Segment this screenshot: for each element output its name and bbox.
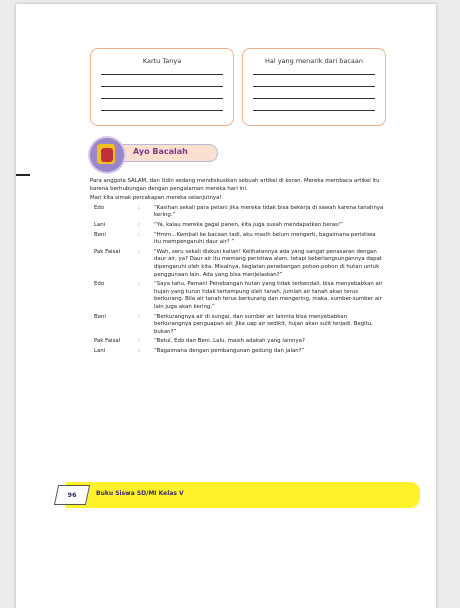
dialog-speaker: Edo [94,281,105,288]
section-banner: Ayo Bacalah [88,136,238,174]
interesting-card: Hal yang menarik dari bacaan [242,48,386,126]
writing-line [101,86,223,87]
dialog-colon: : [138,231,140,238]
dialog-speaker: Lani [94,221,106,228]
dialog-colon: : [138,313,140,320]
dialog-colon: : [138,221,140,228]
dialog-speech: “Bagaimana dengan pembangunan gedung dan… [154,347,305,354]
writing-line [253,98,375,99]
dialog-row: Pak Faisal: “Wah, seru sekali diskusi kal… [90,249,390,279]
question-card-title: Kartu Tanya [142,57,182,65]
reading-icon [88,136,126,174]
dialog-speech: “Berkurangnya air di sungai, dan sumber … [154,313,373,335]
intro-prompt: Mari kita simak percakapan mereka selanj… [90,195,222,202]
dialog-speaker: Beni [94,313,106,320]
dialog-speaker: Edo [94,204,105,211]
dialog-row: Beni: “Hmm…Kembali ke bacaan tadi, aku ma… [90,232,390,247]
footer-band: 96 Buku Siswa SD/MI Kelas V [53,482,420,508]
dialog-row: Beni: “Berkurangnya air di sungai, dan su… [90,314,390,337]
page-number-badge: 96 [53,485,91,505]
dialog-speaker: Pak Faisal [94,338,121,345]
dialog-row: Edo: “Saya tahu, Paman! Penebangan hutan … [90,281,390,311]
writing-line [253,86,375,87]
section-title: Ayo Bacalah [133,147,188,156]
writing-line [101,110,223,111]
dialog-speaker: Pak Faisal [94,248,121,255]
dialog-colon: : [138,281,140,288]
dialog-colon: : [138,248,140,255]
dialog-speech: “Ya, kalau mereka gagal panen, kita juga… [154,221,343,228]
dialog-row: Lani: “Bagaimana dengan pembangunan gedun… [90,348,390,356]
dialog-speech: “Hmm…Kembali ke bacaan tadi, aku masih b… [154,231,376,246]
dialog-list: Edo: “Kasihan sekali para petani jika mer… [90,205,390,356]
writing-line [101,98,223,99]
dialog-colon: : [138,204,140,211]
reading-text: Para anggota SALAM, dan Udin sedang mend… [90,178,390,357]
dialog-colon: : [138,347,140,354]
dialog-colon: : [138,338,140,345]
dialog-speaker: Beni [94,231,106,238]
writing-line [253,74,375,75]
dialog-speech: “Kasihan sekali para petani jika mereka … [154,204,384,219]
book-title: Buku Siswa SD/MI Kelas V [96,490,184,497]
writing-line [101,74,223,75]
dialog-row: Edo: “Kasihan sekali para petani jika mer… [90,205,390,220]
interesting-card-title: Hal yang menarik dari bacaan [264,57,364,65]
dialog-speech: “Saya tahu, Paman! Penebangan hutan yang… [154,281,383,310]
dialog-speech: “Wah, seru sekali diskusi kalian! Keliha… [154,248,382,278]
writing-line [253,110,375,111]
question-card: Kartu Tanya [90,48,234,126]
dialog-speech: “Betul, Edo dan Beni. Lalu, masih adakah… [154,338,305,345]
dialog-row: Pak Faisal: “Betul, Edo dan Beni. Lalu, m… [90,338,390,346]
margin-rule [16,174,30,176]
dialog-row: Lani: “Ya, kalau mereka gagal panen, kita… [90,222,390,230]
page-number: 96 [67,491,77,499]
intro-paragraph: Para anggota SALAM, dan Udin sedang mend… [90,178,380,192]
dialog-speaker: Lani [94,347,106,354]
